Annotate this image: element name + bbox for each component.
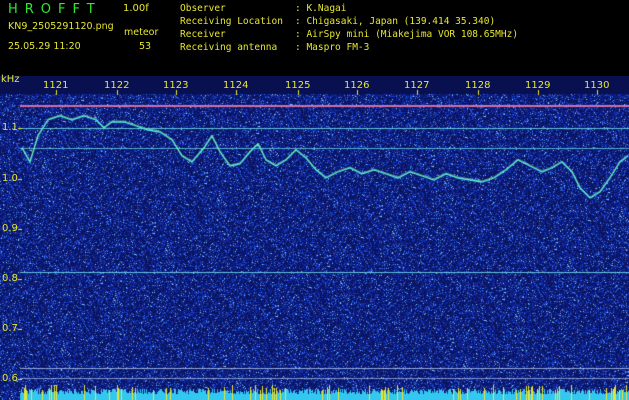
time-label: 1129 xyxy=(525,80,551,91)
antenna-value: : Maspro FM-3 xyxy=(295,42,370,53)
location-label: Receiving Location xyxy=(180,16,283,27)
freq-label: 0.6 xyxy=(2,373,18,384)
app-title: HROFFT xyxy=(8,2,102,17)
meteor-label: meteor xyxy=(124,27,159,38)
header-panel: HROFFT 1.00f KN9_2505291120.png meteor 2… xyxy=(0,0,629,76)
time-label: 1124 xyxy=(223,80,249,91)
receiver-label: Receiver xyxy=(180,29,226,40)
time-label: 1130 xyxy=(584,80,610,91)
spectrogram-waterfall xyxy=(0,76,629,400)
time-label: 1123 xyxy=(163,80,189,91)
freq-label: 0.8 xyxy=(2,273,18,284)
meteor-count: 53 xyxy=(139,41,152,52)
version-label: 1.00f xyxy=(123,3,149,14)
observer-value: : K.Nagai xyxy=(295,3,347,14)
freq-label: 1.1 xyxy=(2,122,18,133)
time-label: 1125 xyxy=(285,80,311,91)
location-value: : Chigasaki, Japan (139.414 35.340) xyxy=(295,16,496,27)
time-label: 1127 xyxy=(404,80,430,91)
observer-label: Observer xyxy=(180,3,226,14)
time-label: 1121 xyxy=(43,80,69,91)
antenna-label: Receiving antenna xyxy=(180,42,278,53)
freq-label: 0.9 xyxy=(2,223,18,234)
receiver-value: : AirSpy mini (Miakejima VOR 108.65MHz) xyxy=(295,29,519,40)
date-time: 25.05.29 11:20 xyxy=(8,41,81,52)
time-label: 1126 xyxy=(344,80,370,91)
unit-label: kHz xyxy=(1,74,20,85)
freq-label: 0.7 xyxy=(2,323,18,334)
time-label: 1122 xyxy=(104,80,130,91)
time-label: 1128 xyxy=(465,80,491,91)
freq-label: 1.0 xyxy=(2,173,18,184)
file-name: KN9_2505291120.png xyxy=(8,21,114,32)
